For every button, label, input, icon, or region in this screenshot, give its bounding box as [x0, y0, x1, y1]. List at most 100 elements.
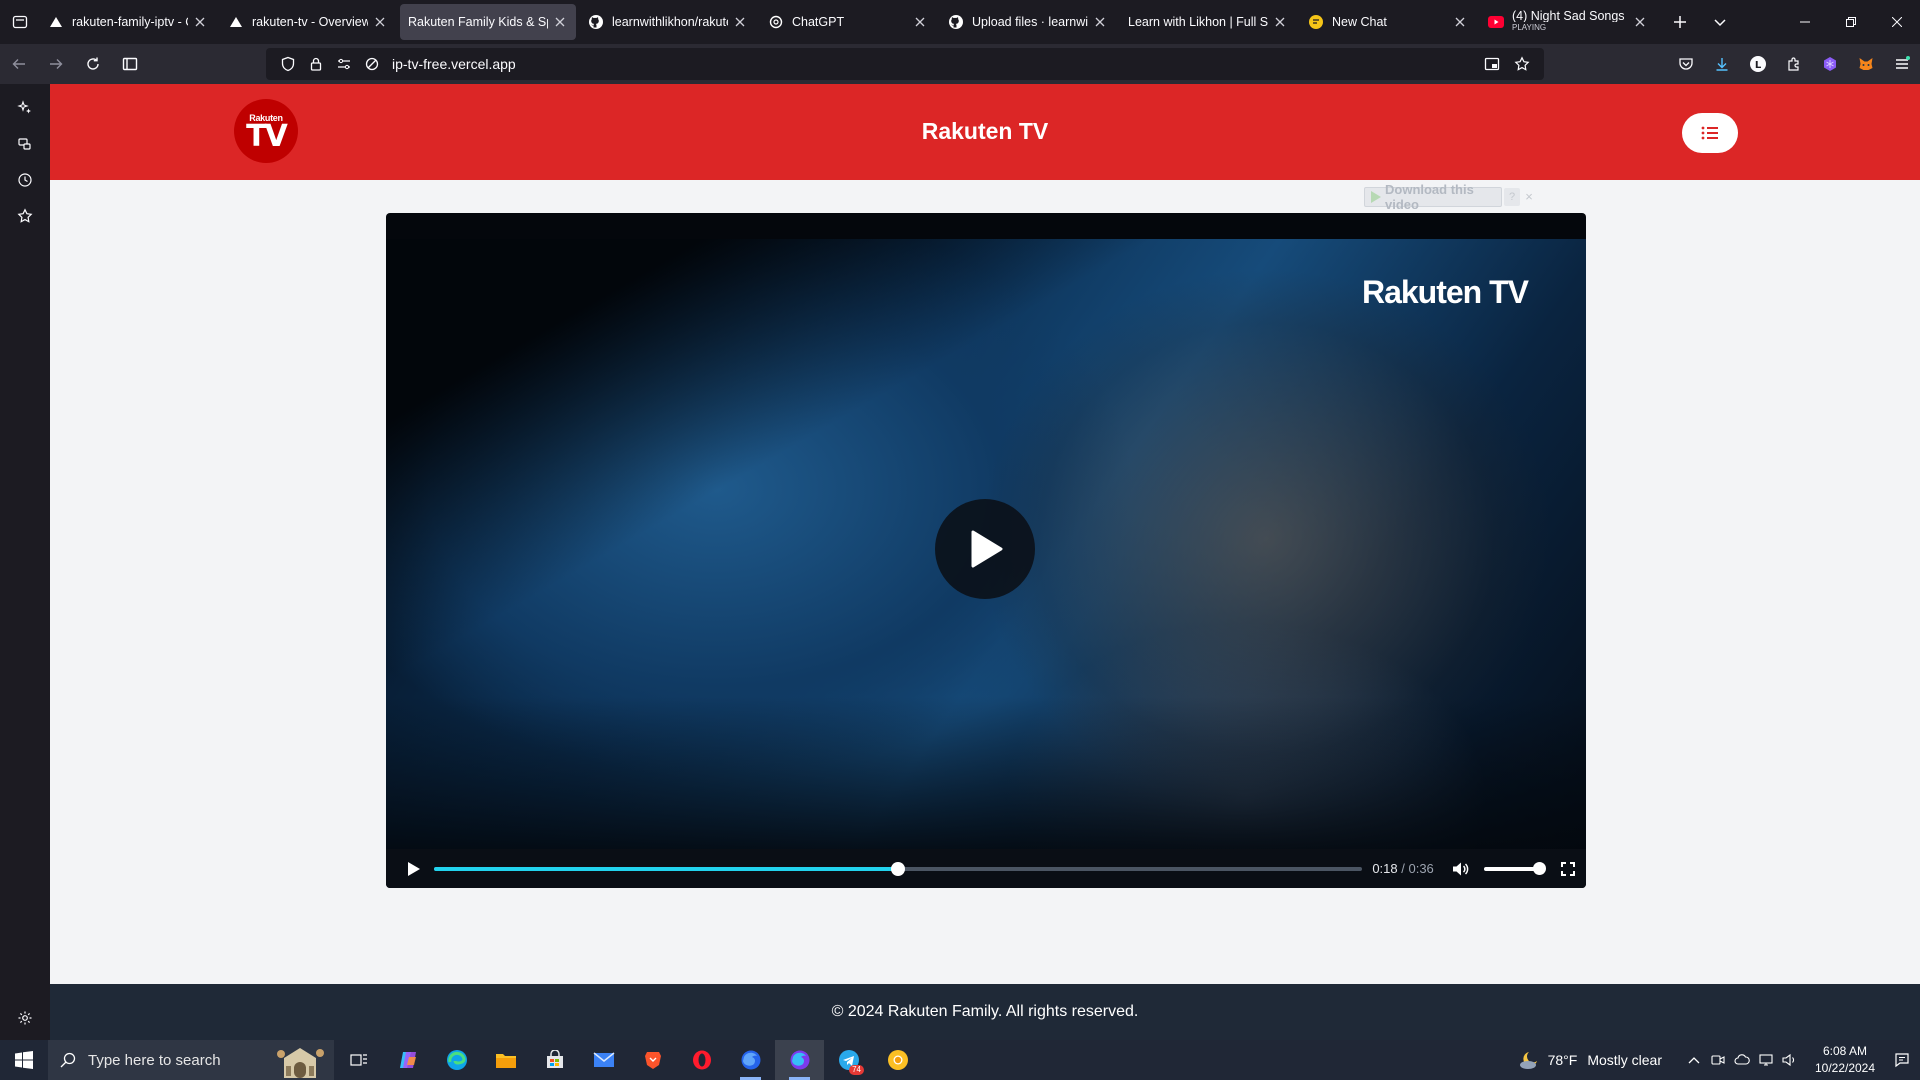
firefox-icon[interactable] [726, 1040, 775, 1080]
mail-icon[interactable] [579, 1040, 628, 1080]
network-icon[interactable] [1754, 1040, 1778, 1080]
url-text[interactable]: ip-tv-free.vercel.app [392, 56, 1478, 72]
onedrive-icon[interactable] [1730, 1040, 1754, 1080]
bookmarks-icon[interactable] [0, 198, 50, 234]
tab-close-icon[interactable] [732, 14, 748, 30]
sidebar-toggle-icon[interactable] [112, 48, 148, 80]
brave-browser-icon[interactable] [628, 1040, 677, 1080]
tab-close-icon[interactable] [192, 14, 208, 30]
taskbar-search[interactable]: Type here to search [48, 1040, 334, 1080]
permissions-icon[interactable] [330, 50, 358, 78]
pocket-icon[interactable] [1668, 48, 1704, 80]
lock-icon[interactable] [302, 50, 330, 78]
clock[interactable]: 6:08 AM 10/22/2024 [1806, 1043, 1884, 1077]
clock-date: 10/22/2024 [1814, 1061, 1876, 1075]
address-bar[interactable]: ip-tv-free.vercel.app [266, 48, 1544, 80]
progress-bar[interactable] [433, 861, 1363, 876]
restore-button[interactable] [1828, 0, 1874, 44]
browser-tab[interactable]: New Chat [1300, 4, 1476, 40]
page-viewport: Rakuten TV Rakuten TV Download this vide… [50, 84, 1920, 1040]
volume-slider[interactable] [1484, 861, 1547, 875]
fullscreen-button[interactable] [1550, 849, 1586, 888]
volume-tray-icon[interactable] [1778, 1040, 1802, 1080]
opera-icon[interactable] [677, 1040, 726, 1080]
windows-logo-icon [15, 1051, 33, 1069]
tab-close-icon[interactable] [1272, 14, 1288, 30]
volume-handle[interactable] [1533, 861, 1547, 875]
browser-tab[interactable]: Learn with Likhon | Full Sta [1120, 4, 1296, 40]
picture-in-picture-icon[interactable] [1478, 50, 1506, 78]
notifications-icon[interactable] [1884, 1040, 1920, 1080]
browser-tab[interactable]: rakuten-family-iptv - C [40, 4, 216, 40]
back-button[interactable] [1, 48, 37, 80]
file-explorer-icon[interactable] [481, 1040, 530, 1080]
browser-tab[interactable]: (4) Night Sad Songs PLAYING [1480, 4, 1656, 40]
tab-close-icon[interactable] [1632, 14, 1648, 30]
video-player[interactable]: Rakuten TV 0:18 / 0:36 [386, 213, 1586, 888]
tab-title: ChatGPT [792, 15, 845, 29]
meet-now-icon[interactable] [1706, 1040, 1730, 1080]
history-icon[interactable] [0, 162, 50, 198]
start-button[interactable] [0, 1040, 48, 1080]
browser-tab[interactable]: Rakuten Family Kids & Spo [400, 4, 576, 40]
extensions-icon[interactable] [1776, 48, 1812, 80]
synced-tabs-icon[interactable] [0, 126, 50, 162]
download-label: Download this video [1385, 182, 1474, 212]
site-header: Rakuten TV Rakuten TV [50, 84, 1920, 180]
volume-icon[interactable] [1446, 849, 1476, 888]
edge-icon[interactable] [432, 1040, 481, 1080]
browser-tab[interactable]: learnwithlikhon/rakute [580, 4, 756, 40]
metamask-icon[interactable] [1848, 48, 1884, 80]
browser-tab[interactable]: Upload files · learnwith [940, 4, 1116, 40]
control-play-button[interactable] [394, 849, 434, 888]
minimize-button[interactable] [1782, 0, 1828, 44]
tracking-blocked-icon[interactable] [358, 50, 386, 78]
github-icon [948, 14, 964, 30]
tab-close-icon[interactable] [552, 14, 568, 30]
purple-extension-icon[interactable] [1812, 48, 1848, 80]
download-video-button[interactable]: Download this video [1364, 182, 1502, 212]
fullscreen-icon [1561, 861, 1576, 876]
new-tab-button[interactable] [1660, 0, 1700, 44]
ai-chatbot-icon[interactable] [0, 90, 50, 126]
close-window-button[interactable] [1874, 0, 1920, 44]
reload-button[interactable] [75, 48, 111, 80]
tab-close-icon[interactable] [912, 14, 928, 30]
player-controls: 0:18 / 0:36 [386, 849, 1586, 888]
forward-button[interactable] [38, 48, 74, 80]
search-highlight-art-icon[interactable] [274, 1044, 326, 1078]
task-view-icon[interactable] [334, 1040, 383, 1080]
browser-tab[interactable]: rakuten-tv - Overview [220, 4, 396, 40]
footer-copyright: © 2024 Rakuten Family. All rights reserv… [831, 1003, 1139, 1020]
windows-taskbar: Type here to search 74 78°F Mostly clear… [0, 1040, 1920, 1080]
time-display: 0:18 / 0:36 [1372, 861, 1440, 876]
tab-title: Learn with Likhon | Full Sta [1128, 15, 1268, 29]
sidebar-settings-icon[interactable] [0, 1000, 50, 1036]
browser-navbar: ip-tv-free.vercel.app L [0, 44, 1920, 84]
download-close-button[interactable]: × [1521, 188, 1537, 206]
show-hidden-icons-chevron-icon[interactable] [1682, 1040, 1706, 1080]
account-icon[interactable]: L [1740, 48, 1776, 80]
tab-close-icon[interactable] [372, 14, 388, 30]
download-help-button[interactable]: ? [1504, 188, 1520, 206]
app-menu-icon[interactable] [1884, 48, 1920, 80]
big-play-button[interactable] [935, 499, 1035, 599]
progress-handle[interactable] [891, 861, 906, 876]
tab-overflow-chevron-icon[interactable] [1700, 0, 1740, 44]
list-all-tabs-icon[interactable] [0, 0, 40, 44]
downloads-icon[interactable] [1704, 48, 1740, 80]
shield-icon[interactable] [274, 50, 302, 78]
menu-button[interactable] [1682, 113, 1738, 153]
browser-tab[interactable]: ChatGPT [760, 4, 936, 40]
weather-widget[interactable]: 78°F Mostly clear [1518, 1050, 1662, 1070]
tab-close-icon[interactable] [1452, 14, 1468, 30]
tab-close-icon[interactable] [1092, 14, 1108, 30]
weather-condition: Mostly clear [1587, 1052, 1662, 1068]
microsoft-store-icon[interactable] [530, 1040, 579, 1080]
copilot-icon[interactable] [383, 1040, 432, 1080]
chrome-canary-icon[interactable] [873, 1040, 922, 1080]
bookmark-star-icon[interactable] [1508, 50, 1536, 78]
tab-title: learnwithlikhon/rakute [612, 15, 728, 29]
telegram-icon[interactable]: 74 [824, 1040, 873, 1080]
firefox-developer-icon[interactable] [775, 1040, 824, 1080]
